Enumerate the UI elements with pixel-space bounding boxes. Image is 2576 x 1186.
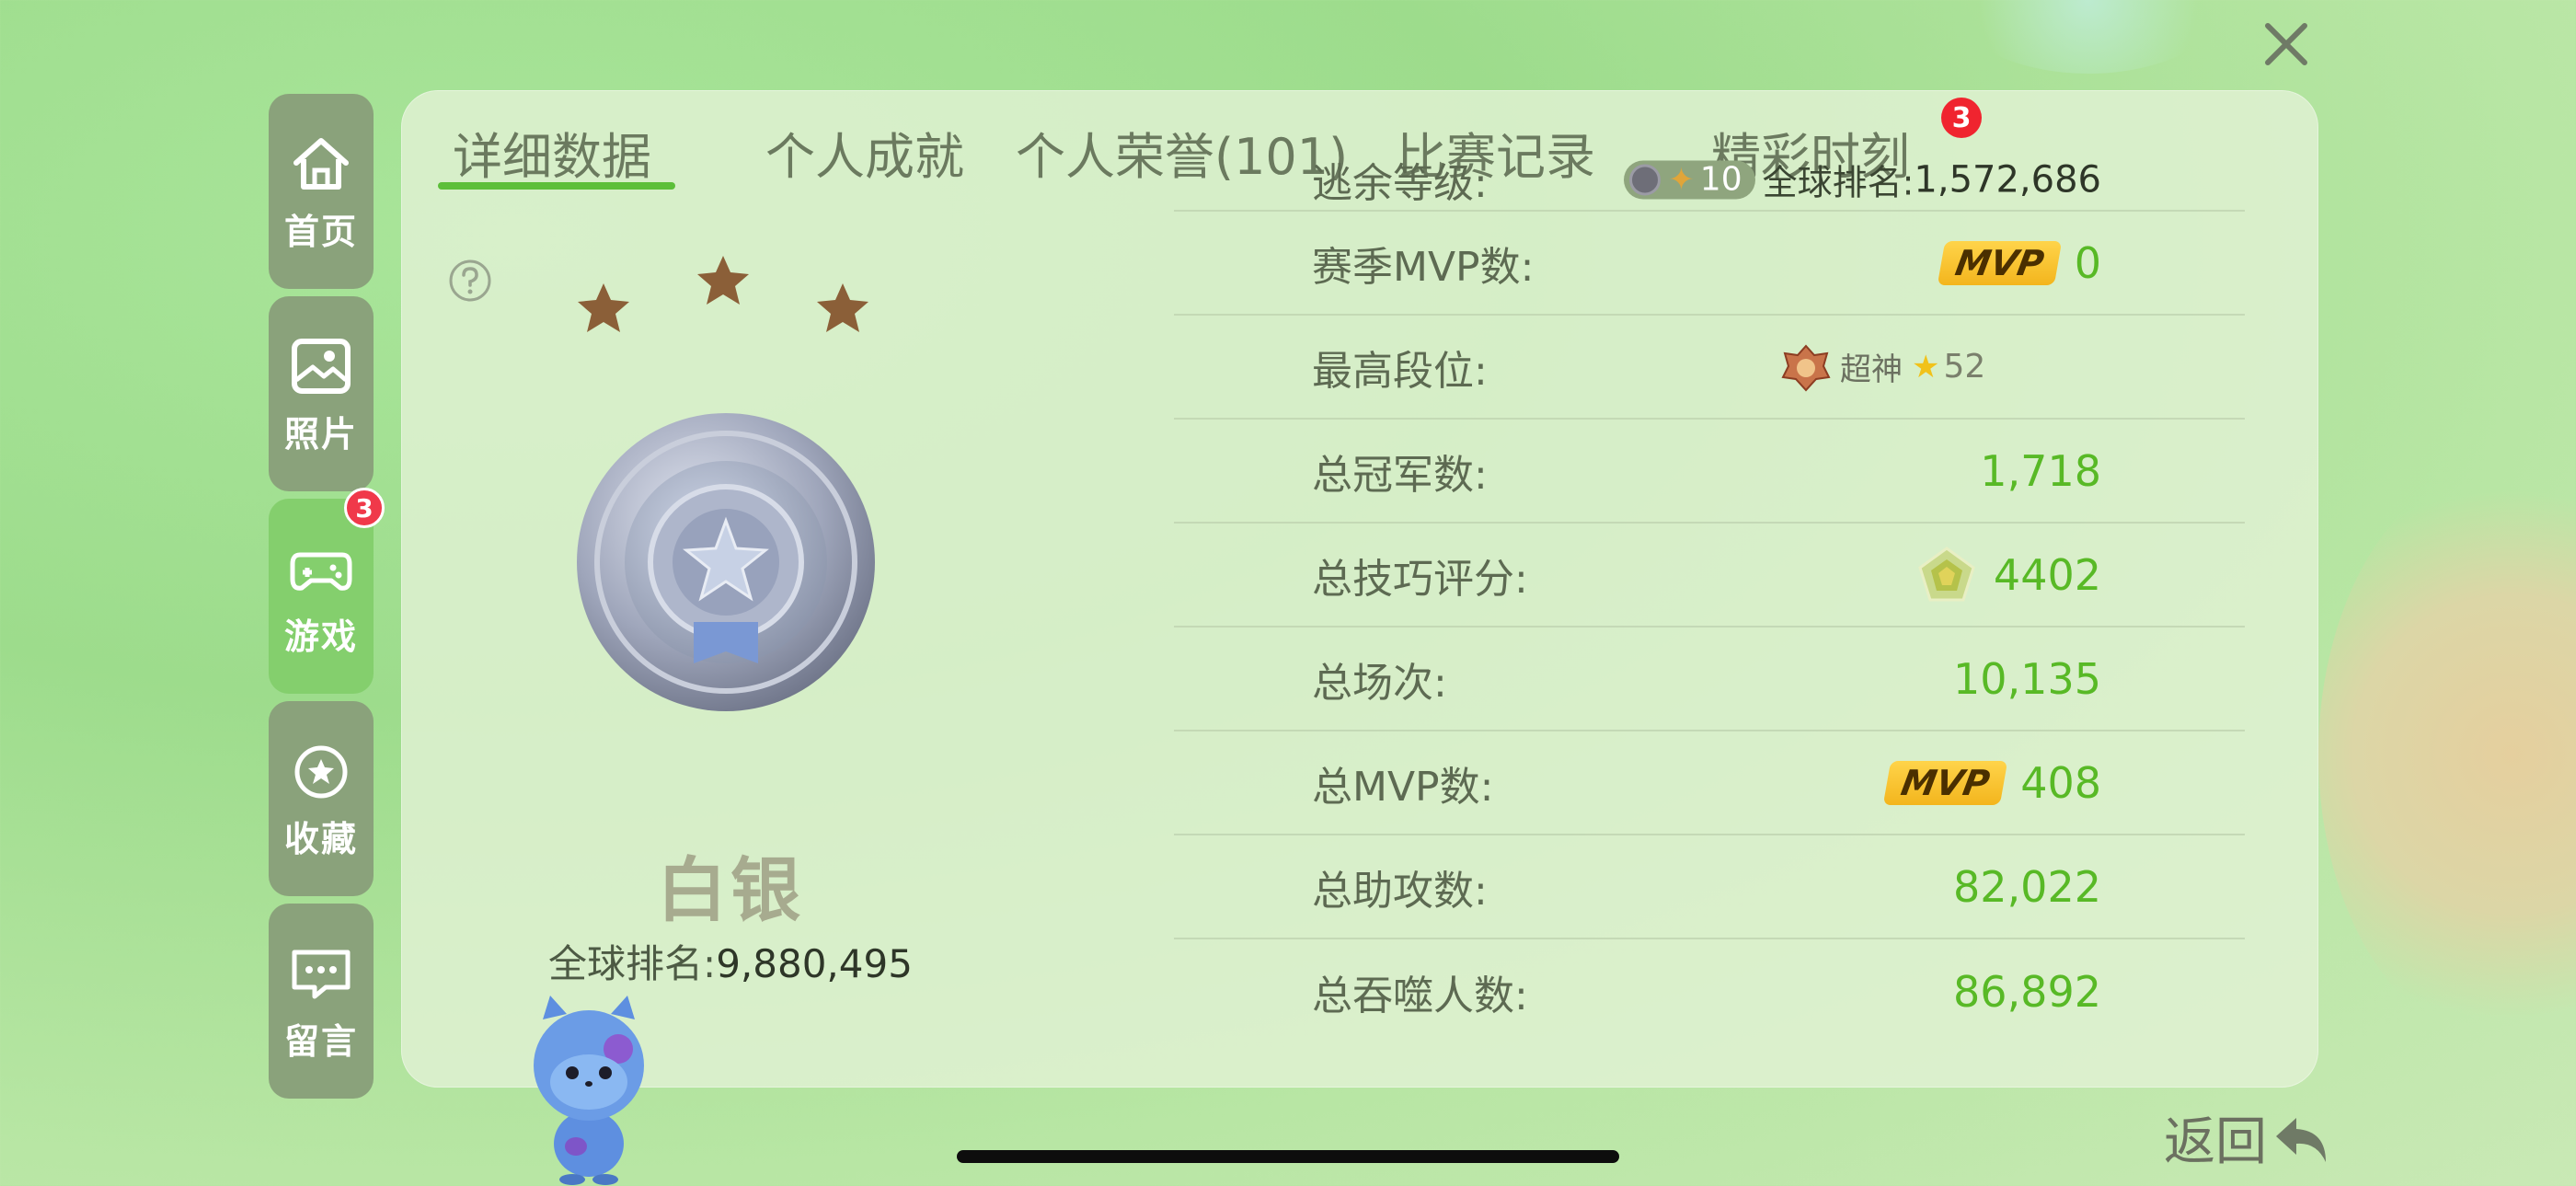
stat-label: 总吞噬人数:: [1312, 972, 1528, 1019]
message-icon: [292, 950, 351, 998]
sidebar-item-label: 留言: [283, 1020, 358, 1062]
help-icon[interactable]: [447, 258, 493, 304]
photo-icon: [292, 338, 351, 394]
stat-value: MVP 408: [1882, 757, 2101, 808]
skill-pentagon-icon: [1918, 546, 1975, 601]
sidebar-item-label: 游戏: [283, 616, 358, 657]
stat-label: 总场次:: [1312, 659, 1447, 707]
global-rank-value: 1,572,686: [1914, 158, 2101, 202]
peak-rank: 超神 ★ 52: [1779, 340, 1985, 394]
background-decoration: [1950, 0, 2226, 74]
tab-detailed-data[interactable]: 详细数据: [453, 116, 651, 189]
background-decoration: [2318, 460, 2576, 1049]
stat-label: 赛季MVP数:: [1312, 243, 1535, 291]
stat-label: 逃余等级:: [1312, 160, 1488, 208]
stat-label: 总MVP数:: [1312, 763, 1494, 811]
stat-value: 82,022: [1953, 861, 2101, 912]
level-number: 10: [1699, 160, 1742, 199]
close-button[interactable]: [2259, 17, 2314, 72]
stat-value: 10,135: [1953, 653, 2101, 704]
home-indicator[interactable]: [957, 1150, 1619, 1163]
peak-rank-emblem-icon: [1781, 344, 1831, 391]
profile-panel: 详细数据 个人成就 个人荣誉(101) 比赛记录 精彩时刻 3 白银 全球排名:…: [401, 90, 2318, 1088]
rank-global-value: 9,880,495: [716, 941, 913, 986]
sidebar-item-home[interactable]: 首页: [269, 94, 374, 289]
active-tab-indicator: [438, 182, 675, 190]
sidebar-item-favorites[interactable]: 收藏: [269, 701, 374, 896]
mvp-badge-icon: MVP: [1937, 240, 2062, 285]
notification-badge: 3: [344, 488, 385, 528]
level-rank-icon: ✦: [1668, 161, 1695, 199]
pet-avatar[interactable]: [524, 992, 653, 1185]
stat-value: 86,892: [1953, 966, 2101, 1017]
stat-row-level: 逃余等级: ✦ 10 全球排名: 1,572,686: [1174, 131, 2245, 212]
stat-row-total-mvp: 总MVP数: MVP 408: [1174, 731, 2245, 835]
global-rank-label: 全球排名:: [1762, 162, 1915, 203]
rank-name: 白银: [657, 849, 804, 931]
stat-label: 最高段位:: [1312, 347, 1488, 395]
stat-label: 总冠军数:: [1312, 451, 1488, 499]
sidebar-item-label: 首页: [283, 211, 358, 252]
sidebar-item-label: 收藏: [283, 818, 358, 859]
level-badge: ✦ 10: [1624, 160, 1755, 200]
stat-row-skill-score: 总技巧评分: 4402: [1174, 524, 2245, 628]
level-emblem-icon: [1629, 164, 1662, 196]
rank-global-ranking: 全球排名:9,880,495: [401, 933, 1060, 989]
back-button[interactable]: 返回: [2164, 1100, 2335, 1175]
back-label: 返回: [2164, 1112, 2267, 1172]
stat-row-total-devoured: 总吞噬人数: 86,892: [1174, 939, 2245, 1043]
peak-rank-name: 超神: [1840, 351, 1903, 388]
rank-stars: [578, 256, 868, 332]
sidebar-item-photos[interactable]: 照片: [269, 296, 374, 491]
stat-number: 4402: [1993, 549, 2101, 600]
star-icon: ★: [1912, 348, 1940, 386]
gamepad-icon: [290, 552, 352, 591]
sidebar-item-messages[interactable]: 留言: [269, 904, 374, 1099]
stat-number: 408: [2020, 757, 2101, 808]
sidebar-item-label: 照片: [283, 413, 358, 455]
mvp-badge-icon: MVP: [1882, 760, 2008, 805]
stat-label: 总助攻数:: [1312, 867, 1488, 915]
stat-row-season-mvp: 赛季MVP数: MVP 0: [1174, 212, 2245, 316]
tab-achievements[interactable]: 个人成就: [765, 116, 964, 189]
stat-label: 总技巧评分:: [1312, 555, 1528, 603]
peak-rank-stars: 52: [1943, 348, 1986, 386]
silver-rank-medal-icon: [577, 413, 875, 711]
sidebar-item-games[interactable]: 游戏 3: [269, 488, 385, 694]
stat-row-total-matches: 总场次: 10,135: [1174, 628, 2245, 731]
star-icon: [294, 745, 348, 798]
stat-row-total-assists: 总助攻数: 82,022: [1174, 835, 2245, 939]
stat-row-total-wins: 总冠军数: 1,718: [1174, 420, 2245, 524]
back-arrow-icon: [2276, 1117, 2326, 1162]
close-icon: [2265, 23, 2307, 65]
stat-value-level: ✦ 10 全球排名: 1,572,686: [1624, 155, 2101, 205]
stat-value: MVP 0: [1937, 237, 2101, 288]
home-icon: [293, 137, 349, 190]
rank-global-label: 全球排名:: [548, 941, 717, 986]
stat-row-peak-rank: 最高段位: 超神 ★ 52: [1174, 316, 2245, 420]
stat-number: 0: [2074, 237, 2101, 288]
stat-value: 1,718: [1980, 445, 2101, 496]
stat-value: 4402: [1916, 545, 2101, 605]
